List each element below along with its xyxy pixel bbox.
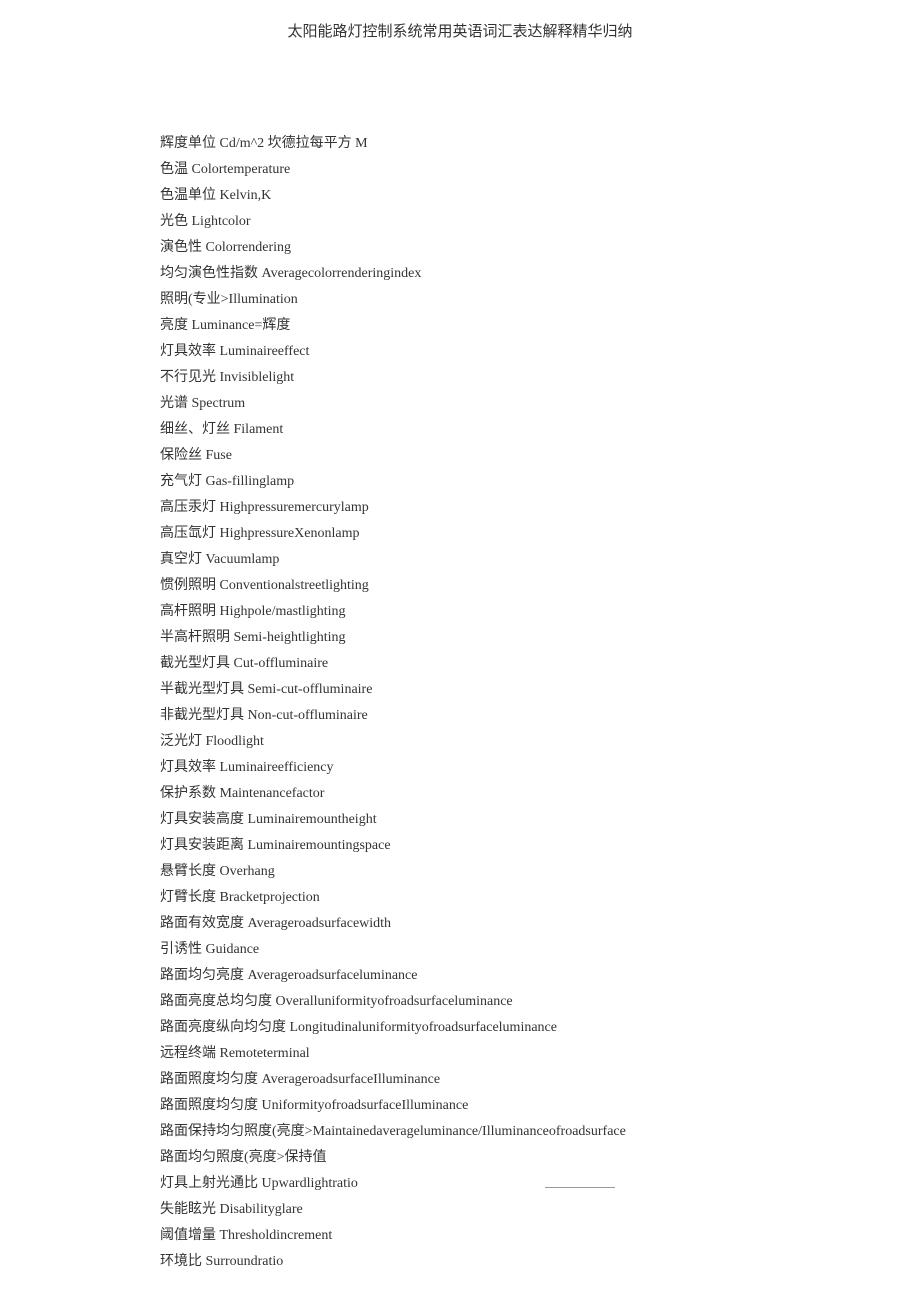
term-line: 光色 Lightcolor <box>160 209 820 235</box>
term-line: 色温单位 Kelvin,K <box>160 183 820 209</box>
term-line: 不行见光 Invisiblelight <box>160 365 820 391</box>
term-line: 灯具上射光通比 Upwardlightratio <box>160 1171 820 1197</box>
term-line: 光谱 Spectrum <box>160 391 820 417</box>
term-line: 灯具效率 Luminaireefficiency <box>160 755 820 781</box>
term-line: 辉度单位 Cd/m^2 坎德拉每平方 M <box>160 131 820 157</box>
term-line: 阈值增量 Thresholdincrement <box>160 1223 820 1249</box>
term-line: 高杆照明 Highpole/mastlighting <box>160 599 820 625</box>
term-line: 路面均匀照度(亮度>保持值 <box>160 1145 820 1171</box>
term-line: 色温 Colortemperature <box>160 157 820 183</box>
term-line: 路面亮度纵向均匀度 Longitudinaluniformityofroadsu… <box>160 1015 820 1041</box>
term-line: 路面照度均匀度 UniformityofroadsurfaceIlluminan… <box>160 1093 820 1119</box>
term-line: 灯具安装高度 Luminairemountheight <box>160 807 820 833</box>
term-line: 灯具安装距离 Luminairemountingspace <box>160 833 820 859</box>
term-line: 灯具效率 Luminaireeffect <box>160 339 820 365</box>
term-line: 灯臂长度 Bracketprojection <box>160 885 820 911</box>
term-line: 细丝、灯丝 Filament <box>160 417 820 443</box>
term-line: 路面有效宽度 Averageroadsurfacewidth <box>160 911 820 937</box>
term-line: 路面保持均匀照度(亮度>Maintainedaverageluminance/I… <box>160 1119 820 1145</box>
term-line: 真空灯 Vacuumlamp <box>160 547 820 573</box>
term-line: 路面照度均匀度 AverageroadsurfaceIlluminance <box>160 1067 820 1093</box>
term-line: 路面均匀亮度 Averageroadsurfaceluminance <box>160 963 820 989</box>
term-line: 半截光型灯具 Semi-cut-offluminaire <box>160 677 820 703</box>
term-line: 远程终端 Remoteterminal <box>160 1041 820 1067</box>
term-line: 惯例照明 Conventionalstreetlighting <box>160 573 820 599</box>
term-line: 充气灯 Gas-fillinglamp <box>160 469 820 495</box>
term-line: 悬臂长度 Overhang <box>160 859 820 885</box>
term-line: 高压汞灯 Highpressuremercurylamp <box>160 495 820 521</box>
underline-mark <box>545 1187 615 1188</box>
term-line: 路面亮度总均匀度 Overalluniformityofroadsurfacel… <box>160 989 820 1015</box>
term-line: 亮度 Luminance=辉度 <box>160 313 820 339</box>
term-line: 照明(专业>Illumination <box>160 287 820 313</box>
term-line: 半高杆照明 Semi-heightlighting <box>160 625 820 651</box>
term-line: 均匀演色性指数 Averagecolorrenderingindex <box>160 261 820 287</box>
term-line: 高压氙灯 HighpressureXenonlamp <box>160 521 820 547</box>
term-line: 环境比 Surroundratio <box>160 1249 820 1275</box>
term-line: 截光型灯具 Cut-offluminaire <box>160 651 820 677</box>
term-line: 泛光灯 Floodlight <box>160 729 820 755</box>
term-line: 演色性 Colorrendering <box>160 235 820 261</box>
page-title: 太阳能路灯控制系统常用英语词汇表达解释精华归纳 <box>0 20 920 41</box>
term-line: 保护系数 Maintenancefactor <box>160 781 820 807</box>
term-line: 保险丝 Fuse <box>160 443 820 469</box>
term-line: 引诱性 Guidance <box>160 937 820 963</box>
terms-list: 辉度单位 Cd/m^2 坎德拉每平方 M色温 Colortemperature色… <box>0 131 920 1275</box>
term-line: 失能眩光 Disabilityglare <box>160 1197 820 1223</box>
term-line: 非截光型灯具 Non-cut-offluminaire <box>160 703 820 729</box>
